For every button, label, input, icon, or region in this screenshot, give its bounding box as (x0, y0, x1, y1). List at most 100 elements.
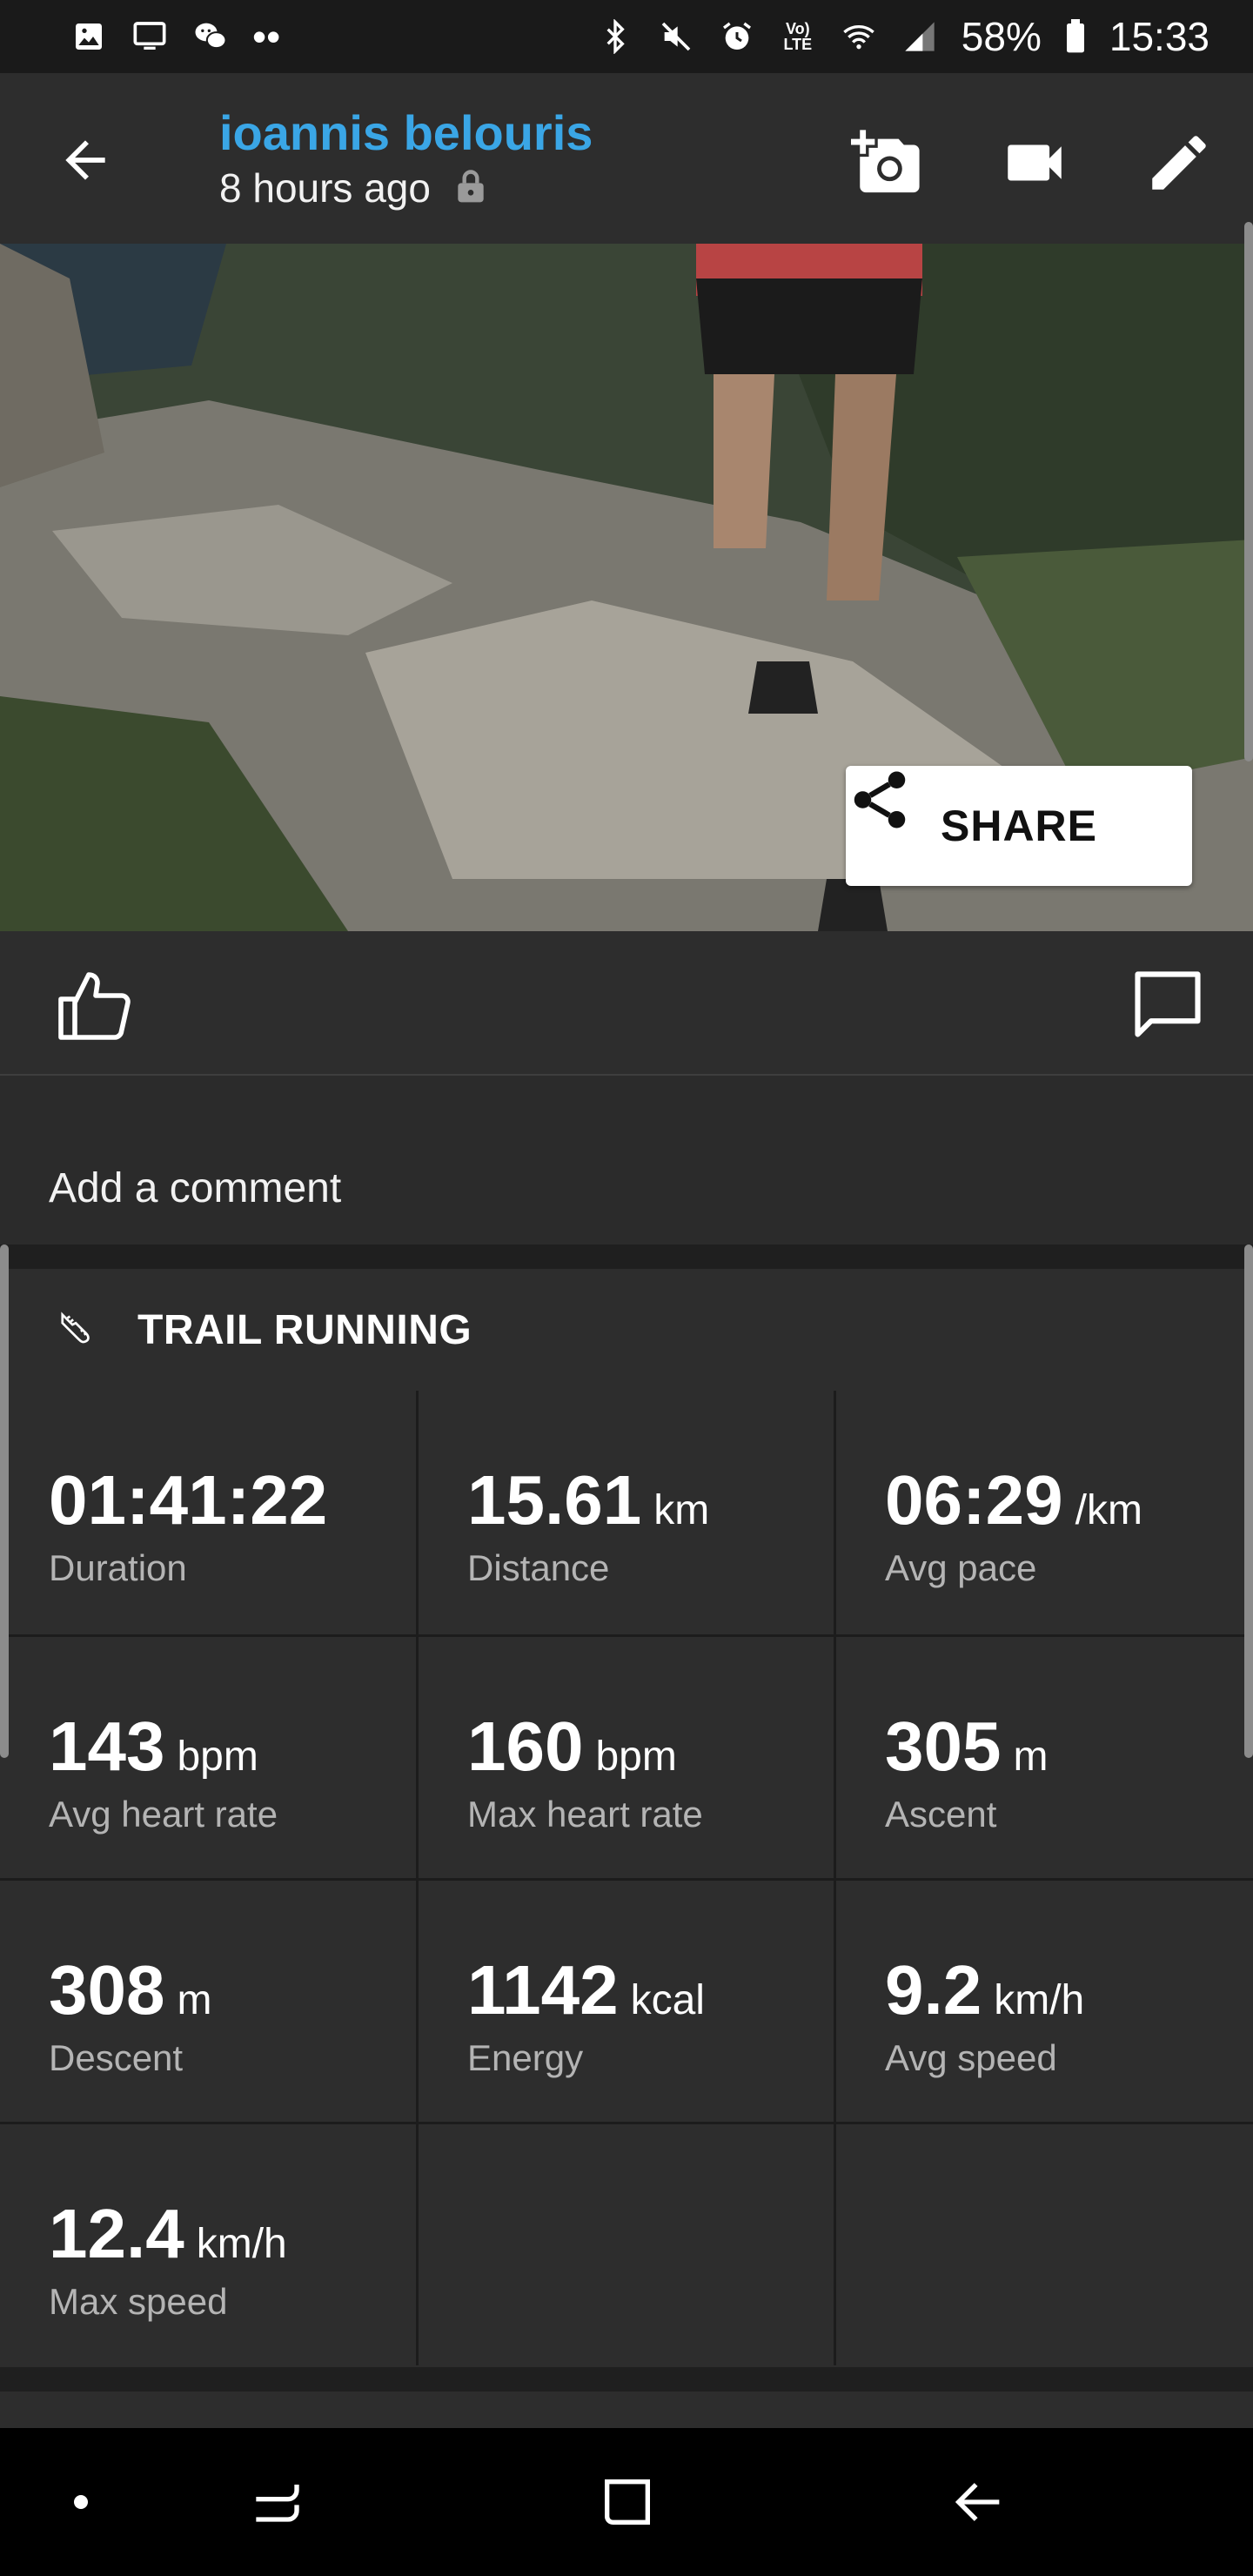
status-dots: •• (252, 14, 281, 59)
stat-value: 308 (49, 1951, 165, 2029)
nav-dot-icon (74, 2495, 88, 2509)
stat-unit: /km (1075, 1487, 1142, 1533)
next-card-peek (0, 2392, 1253, 2428)
section-divider (0, 1244, 1253, 1269)
wechat-icon (191, 19, 230, 54)
stat-avg-pace: 06:29/km Avg pace (836, 1391, 1252, 1634)
stat-label: Max heart rate (467, 1794, 703, 1835)
status-bar: •• Vo) LTE 58% 15:33 (0, 0, 1253, 73)
status-time: 15:33 (1109, 14, 1209, 59)
post-meta: 8 hours ago (219, 164, 593, 212)
stat-value: 15.61 (467, 1461, 642, 1539)
share-label: SHARE (940, 802, 1098, 850)
stat-unit: km (653, 1487, 710, 1533)
card-scrollbar-left[interactable] (0, 1244, 9, 1758)
page-scrollbar[interactable] (1244, 222, 1253, 761)
volte-bottom-text: LTE (783, 36, 813, 53)
stat-energy: 1142 kcal Energy (419, 1881, 834, 2124)
stat-distance: 15.61 km Distance (419, 1391, 834, 1634)
cast-icon (131, 19, 169, 54)
lock-icon (452, 165, 490, 211)
stat-ascent: 305 m Ascent (836, 1637, 1252, 1881)
stat-unit: km/h (994, 1977, 1085, 2023)
stat-avg-speed: 9.2 km/h Avg speed (836, 1881, 1252, 2124)
shoe-icon (57, 1308, 97, 1352)
add-photo-icon (851, 130, 920, 193)
status-right: Vo) LTE 58% 15:33 (596, 13, 1209, 60)
volte-top-text: Vo) (785, 20, 810, 37)
thumbs-up-icon (58, 972, 131, 1040)
share-icon (854, 771, 906, 828)
battery-percent: 58% (961, 14, 1042, 59)
bluetooth-icon (596, 19, 634, 54)
edit-button[interactable] (1140, 124, 1218, 202)
edit-pencil-icon (1152, 136, 1206, 190)
stat-label: Distance (467, 1547, 610, 1588)
user-name[interactable]: ioannis belouris (219, 104, 593, 162)
stat-value: 1142 (467, 1951, 619, 2029)
activity-stats-card: TRAIL RUNNING 01:41:22 Duration 15.61 km … (0, 1269, 1253, 2367)
wifi-icon (840, 19, 878, 54)
stat-label: Duration (49, 1547, 187, 1588)
back-icon (955, 2483, 1000, 2521)
comment-button[interactable] (1128, 964, 1208, 1044)
mute-icon (657, 19, 695, 54)
system-nav-bar (0, 2428, 1253, 2576)
back-nav-button[interactable] (940, 2463, 1018, 2541)
reaction-row (0, 931, 1253, 1076)
section-divider (0, 2367, 1253, 2392)
gallery-icon (70, 19, 108, 54)
stat-label: Avg heart rate (49, 1794, 278, 1835)
comment-bubble-icon (1135, 971, 1201, 1037)
stat-label: Max speed (49, 2281, 228, 2322)
stat-unit: km/h (196, 2221, 287, 2267)
stat-value: 305 (885, 1707, 1002, 1785)
volte-icon: Vo) LTE (779, 19, 817, 54)
stat-avg-heart-rate: 143 bpm Avg heart rate (0, 1637, 416, 1881)
activity-header: TRAIL RUNNING (0, 1269, 1253, 1391)
stat-label: Ascent (885, 1794, 997, 1835)
like-button[interactable] (54, 964, 137, 1048)
activity-type-title: TRAIL RUNNING (137, 1306, 472, 1353)
stat-max-speed: 12.4 km/h Max speed (0, 2124, 416, 2368)
stat-label: Avg pace (885, 1547, 1037, 1588)
back-button[interactable] (49, 124, 122, 197)
activity-photo[interactable]: SHARE (0, 244, 1253, 931)
stat-unit: bpm (177, 1734, 258, 1780)
stat-max-heart-rate: 160 bpm Max heart rate (419, 1637, 834, 1881)
battery-icon (1064, 19, 1087, 54)
stat-value: 06:29 (885, 1461, 1063, 1539)
stat-unit: m (177, 1977, 212, 2023)
add-photo-button[interactable] (848, 124, 926, 202)
add-video-button[interactable] (995, 124, 1074, 202)
nav-dot-button[interactable] (42, 2463, 120, 2541)
back-arrow-icon (65, 140, 105, 180)
title-block[interactable]: ioannis belouris 8 hours ago (219, 104, 593, 212)
video-camera-icon (1008, 144, 1062, 181)
stat-value: 01:41:22 (49, 1461, 328, 1539)
stat-unit: kcal (630, 1977, 705, 2023)
recents-button[interactable] (240, 2463, 318, 2541)
stat-duration: 01:41:22 Duration (0, 1391, 416, 1634)
add-comment-field[interactable]: Add a comment (0, 1076, 1253, 1244)
stat-unit: bpm (595, 1734, 677, 1780)
app-bar: ioannis belouris 8 hours ago (0, 73, 1253, 244)
stat-unit: m (1013, 1734, 1049, 1780)
alarm-icon (718, 19, 756, 54)
stat-value: 9.2 (885, 1951, 982, 2029)
stat-value: 12.4 (49, 2195, 184, 2272)
card-scrollbar-right[interactable] (1244, 1244, 1253, 1758)
recents-icon (256, 2485, 299, 2522)
share-button[interactable]: SHARE (846, 766, 1192, 886)
stat-descent: 308 m Descent (0, 1881, 416, 2124)
signal-icon (901, 19, 939, 54)
stat-label: Descent (49, 2037, 184, 2078)
add-comment-placeholder: Add a comment (49, 1165, 342, 1211)
stat-label: Energy (467, 2037, 584, 2078)
stat-label: Avg speed (885, 2037, 1057, 2078)
stat-value: 143 (49, 1707, 165, 1785)
home-icon (605, 2479, 650, 2525)
time-ago: 8 hours ago (219, 165, 431, 211)
stat-value: 160 (467, 1707, 584, 1785)
home-button[interactable] (588, 2463, 667, 2541)
